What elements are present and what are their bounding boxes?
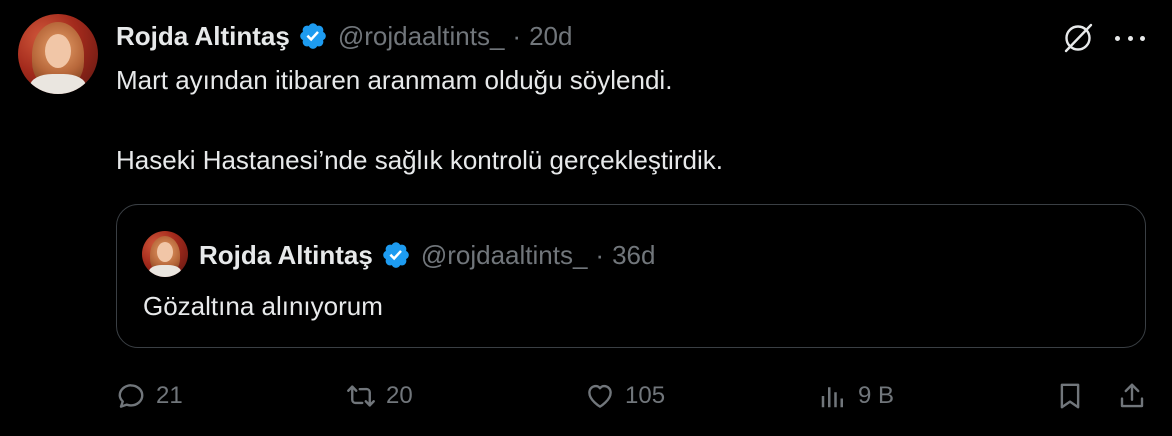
- author-avatar[interactable]: [18, 14, 98, 94]
- avatar-shirt: [30, 74, 86, 94]
- author-handle[interactable]: @rojdaaltints_: [338, 21, 505, 52]
- views-count: 9 B: [858, 382, 895, 409]
- heart-icon: [588, 384, 612, 408]
- reply-icon: [118, 384, 144, 408]
- verified-badge-icon[interactable]: [298, 21, 328, 51]
- reply-count: 21: [156, 382, 183, 409]
- repost-count: 20: [386, 382, 413, 409]
- reply-button[interactable]: 21: [116, 378, 183, 414]
- quoted-header-separator: ·: [595, 239, 605, 270]
- quoted-author-name: Rojda Altintaş: [199, 239, 373, 270]
- avatar-face: [157, 242, 173, 262]
- header-separator: ·: [512, 20, 522, 51]
- views-icon: [821, 387, 843, 408]
- more-icon[interactable]: [1115, 23, 1145, 53]
- like-count: 105: [625, 382, 666, 409]
- quoted-tweet-time: 36d: [612, 239, 656, 270]
- quoted-tweet-header: Rojda Altintaş @rojdaaltints_ · 36d: [199, 237, 655, 273]
- repost-button[interactable]: 20: [346, 378, 413, 414]
- views-button[interactable]: 9 B: [818, 378, 894, 414]
- author-name[interactable]: Rojda Altintaş: [116, 21, 290, 52]
- more-dot: [1140, 35, 1145, 41]
- bookmark-icon: [1060, 383, 1080, 409]
- avatar-shirt: [149, 265, 181, 277]
- quoted-author-handle: @rojdaaltints_: [420, 239, 588, 270]
- grok-icon[interactable]: [1061, 21, 1095, 55]
- quoted-tweet-text: Gözaltına alınıyorum: [143, 291, 383, 321]
- repost-icon: [347, 385, 375, 407]
- bookmark-button[interactable]: [1055, 378, 1085, 414]
- share-icon: [1120, 383, 1144, 408]
- avatar-face: [45, 34, 71, 68]
- more-dot: [1127, 35, 1133, 41]
- tweet-text-line2: Haseki Hastanesi’nde sağlık kontrolü ger…: [116, 145, 723, 175]
- share-button[interactable]: [1117, 378, 1147, 414]
- quoted-tweet-card[interactable]: Rojda Altintaş @rojdaaltints_ · 36d Göza…: [116, 204, 1146, 348]
- verified-badge-icon: [383, 242, 409, 268]
- tweet-time[interactable]: 20d: [529, 21, 572, 52]
- quoted-author-avatar[interactable]: [142, 231, 188, 277]
- tweet-header: Rojda Altintaş @rojdaaltints_ · 20d: [116, 18, 572, 54]
- more-dot: [1115, 35, 1120, 41]
- tweet-text-line1: Mart ayından itibaren aranmam olduğu söy…: [116, 65, 673, 95]
- like-button[interactable]: 105: [585, 378, 665, 414]
